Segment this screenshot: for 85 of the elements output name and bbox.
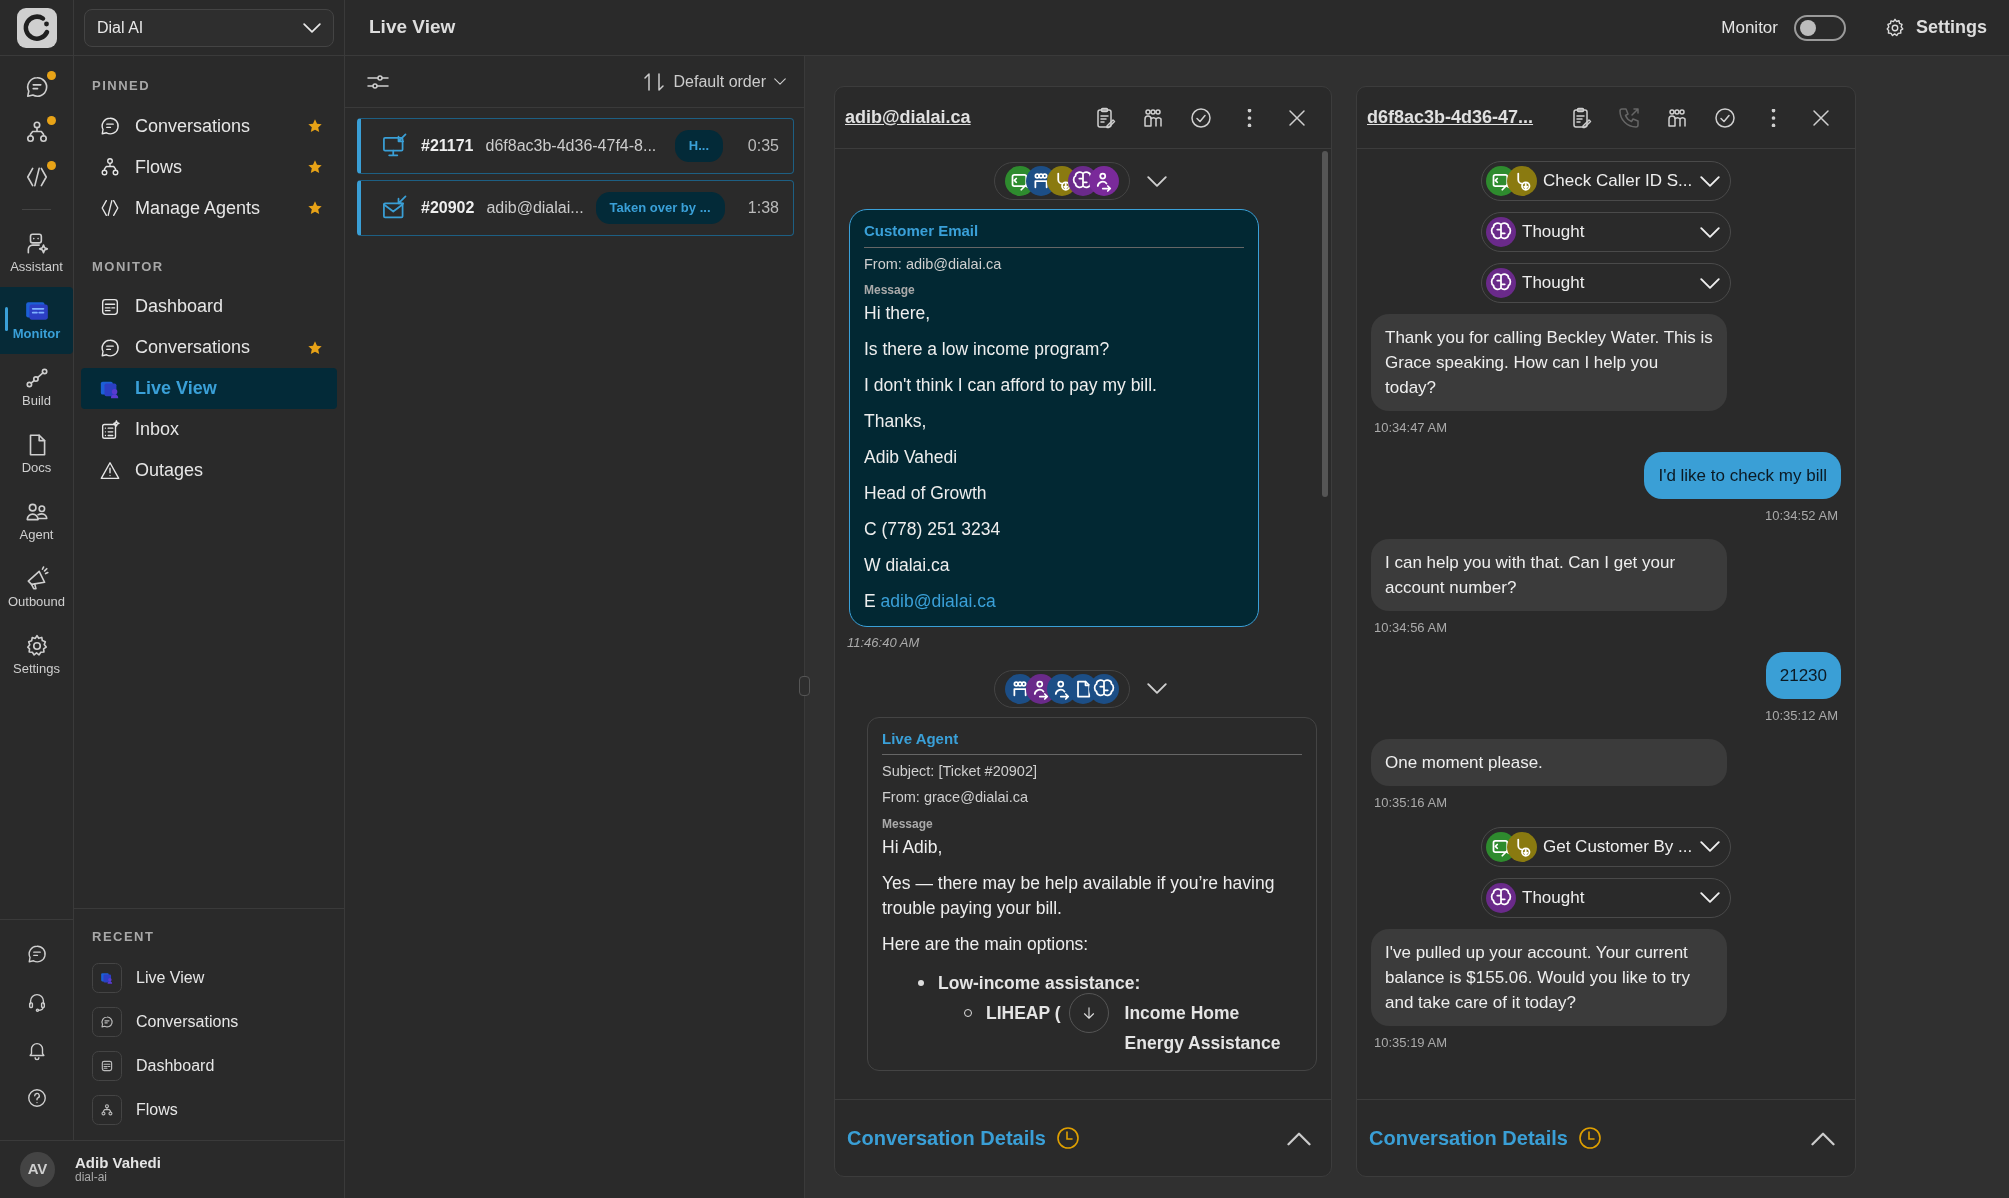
conversation-card[interactable]: #21171 d6f8ac3b-4d36-47f4-8... H... 0:35: [357, 118, 794, 174]
rail-item[interactable]: Outbound: [0, 555, 73, 622]
email-paragraph: Hi Adib,: [882, 835, 944, 859]
email-paragraph: C (778) 251 3234: [864, 518, 1002, 542]
ticket-number: #21171: [421, 136, 474, 156]
conversation-title-link[interactable]: d6f8ac3b-4d36-47...: [1367, 104, 1534, 131]
message-label: Message: [864, 282, 916, 300]
email-paragraph: I don't think I can afford to pay my bill.: [864, 374, 1158, 398]
sidebar-item[interactable]: Live View: [81, 368, 337, 409]
email-heading: Customer Email: [864, 220, 1244, 248]
message-bubble: 21230: [1765, 651, 1841, 699]
recent-item[interactable]: Flows: [74, 1088, 344, 1132]
ticket-number: #20902: [421, 198, 475, 218]
list-item: Low-income assistance:: [938, 971, 1141, 995]
rail-item[interactable]: Docs: [0, 421, 73, 488]
section-heading: MONITOR: [91, 257, 165, 276]
workspace-select[interactable]: Dial AI: [84, 8, 334, 47]
sidebar-item[interactable]: Conversations: [81, 105, 337, 147]
message-time: 11:46:40 AM: [847, 634, 921, 653]
rail-item[interactable]: Monitor: [0, 287, 73, 354]
email-paragraph: Adib Vahedi: [864, 446, 959, 470]
email-field: From: adib@dialai.ca: [864, 253, 1244, 276]
recent-item[interactable]: Conversations: [74, 1000, 344, 1044]
list-item: Income Home Energy Assistance: [1124, 1001, 1282, 1055]
sidebar-item[interactable]: Manage Agents: [81, 187, 337, 229]
message-time: 10:34:52 AM: [1764, 506, 1839, 525]
section-title: Conversation Details: [847, 1126, 1046, 1151]
section-title: Conversation Details: [1369, 1126, 1568, 1151]
tool-call-pill[interactable]: Check Caller ID S...: [1481, 161, 1731, 201]
user-org: dial-ai: [75, 1171, 108, 1184]
email-link[interactable]: adib@dialai.ca: [880, 591, 996, 612]
sidebar-item[interactable]: Outages: [81, 450, 337, 491]
rail-item[interactable]: Agent: [0, 488, 73, 555]
email-paragraph: Yes — there may be help available if you’re having trouble paying your bill.: [882, 871, 1276, 920]
conversation-name: adib@dialai...: [486, 198, 584, 218]
list-item: LIHEAP (: [986, 1001, 1061, 1025]
settings-button[interactable]: Settings: [1884, 14, 1987, 41]
conversation-card[interactable]: #20902 adib@dialai... Taken over by ... 1:38: [357, 180, 794, 236]
tool-call-pill[interactable]: Get Customer By ...: [1481, 826, 1731, 867]
message-time: 10:35:12 AM: [1764, 706, 1839, 725]
sidebar-item[interactable]: Conversations: [81, 327, 337, 368]
email-field: From: grace@dialai.ca: [882, 787, 1302, 809]
message-bubble: I'd like to check my bill: [1644, 451, 1841, 499]
message-time: 10:35:19 AM: [1373, 1033, 1448, 1052]
page-title: Live View: [369, 15, 456, 40]
duration: 0:35: [746, 136, 779, 156]
tool-call-pill[interactable]: Thought: [1481, 212, 1731, 252]
sort-dropdown[interactable]: Default order: [641, 69, 786, 94]
email-paragraph: Here are the main options:: [882, 932, 1090, 956]
status-badge: Taken over by ...: [595, 192, 725, 224]
rail-item[interactable]: Build: [0, 354, 73, 421]
tool-call-pill[interactable]: Thought: [1481, 263, 1731, 303]
user-name: Adib Vahedi: [75, 1155, 161, 1172]
email-field: Subject: [Ticket #20902]: [882, 761, 1302, 783]
message-label: Message: [882, 815, 934, 833]
message-time: 10:34:47 AM: [1373, 419, 1448, 437]
rail-item[interactable]: Assistant: [0, 220, 73, 287]
email-paragraph: Hi there,: [864, 302, 932, 326]
email-paragraph: Head of Growth: [864, 482, 988, 506]
email-paragraph: Thanks,: [864, 410, 928, 434]
message-time: 10:34:56 AM: [1373, 619, 1448, 637]
sidebar-item[interactable]: Flows: [81, 146, 337, 188]
message-bubble: One moment please.: [1371, 739, 1727, 786]
section-heading: PINNED: [91, 77, 152, 95]
status-badge: H...: [674, 130, 723, 162]
section-heading: RECENT: [91, 927, 156, 946]
email-paragraph: Is there a low income program?: [864, 338, 1111, 362]
monitor-label: Monitor: [1721, 16, 1778, 39]
email-heading: Live Agent: [882, 727, 1302, 756]
tool-call-pill[interactable]: Thought: [1481, 877, 1731, 918]
email-paragraph: E adib@dialai.ca: [864, 590, 997, 614]
conversation-title-link[interactable]: adib@dialai.ca: [845, 104, 971, 131]
message-bubble: Thank you for calling Beckley Water. This is Grace speaking. How can I help you today?: [1371, 314, 1727, 411]
email-paragraph: W dialai.ca: [864, 554, 951, 578]
message-bubble: I can help you with that. Can I get your account number?: [1371, 539, 1727, 611]
recent-item[interactable]: Dashboard: [74, 1044, 344, 1088]
rail-item[interactable]: Settings: [0, 622, 73, 689]
message-bubble: I've pulled up your account. Your current balance is $155.06. Would you like to try and take care of it today?: [1371, 928, 1727, 1026]
recent-item[interactable]: Live View: [74, 956, 344, 1000]
avatar: AV: [20, 1152, 55, 1187]
sidebar-item[interactable]: Dashboard: [81, 286, 337, 327]
duration: 1:38: [746, 198, 779, 218]
conversation-name: d6f8ac3b-4d36-47f4-8...: [485, 136, 657, 156]
message-time: 10:35:16 AM: [1373, 794, 1448, 812]
sidebar-item[interactable]: Inbox: [81, 409, 337, 450]
